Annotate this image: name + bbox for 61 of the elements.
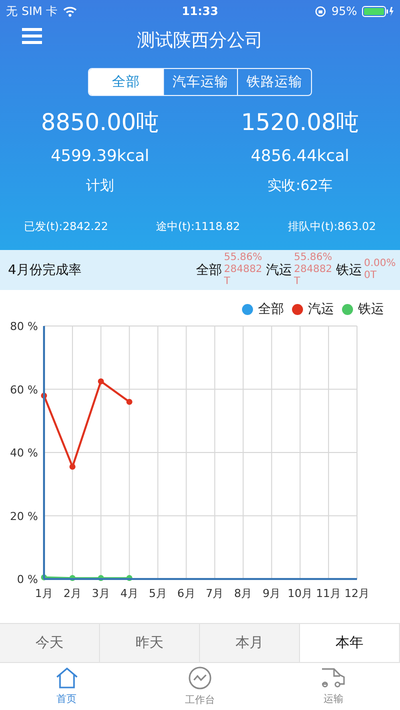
legend-label: 铁运 (358, 301, 384, 318)
battery-icon (362, 6, 394, 16)
x-tick-label: 7月 (206, 587, 224, 600)
data-point (41, 574, 47, 580)
stat-text: 已发(t):2842.22 (24, 219, 108, 234)
completion-value: 0.00% 0T (364, 258, 397, 282)
data-point (41, 392, 47, 399)
period-tab[interactable]: 昨天 (100, 624, 200, 662)
x-tick-label: 5月 (148, 587, 167, 600)
completion-label: 铁运 (336, 262, 362, 279)
calorie-value: 4856.44kcal (250, 146, 350, 165)
completion-value: 55.86% 284882 T (294, 252, 334, 288)
clock-time: 11:33 (182, 4, 218, 18)
calorie-value: 4599.39kcal (50, 146, 150, 165)
wifi-icon (62, 6, 77, 16)
legend-label: 全部 (258, 301, 284, 318)
x-tick-label: 3月 (92, 587, 110, 600)
data-point (98, 378, 104, 384)
y-tick-label: 60 % (10, 383, 38, 396)
page-title: 测试陕西分公司 (137, 29, 263, 52)
x-tick-label: 11月 (316, 587, 342, 600)
period-tab[interactable]: 本月 (200, 624, 300, 662)
tonnage-value: 8850.00吨 (40, 109, 160, 138)
legend-label: 汽运 (308, 301, 334, 318)
stat-text: 途中(t):1118.82 (156, 219, 240, 234)
data-point (126, 575, 132, 582)
x-tick-label: 12月 (344, 587, 370, 600)
stat-text: 排队中(t):863.02 (288, 219, 376, 234)
summary-caption: 实收:62车 (268, 177, 332, 195)
x-tick-label: 4月 (120, 587, 138, 600)
period-tab[interactable]: 今天 (0, 624, 100, 662)
tonnage-value: 1520.08吨 (240, 109, 360, 138)
completion-value: 55.86% 284882 T (224, 252, 264, 288)
completion-label: 汽运 (266, 262, 292, 279)
summary-caption: 计划 (86, 177, 114, 195)
segment-tab[interactable]: 全部 (89, 69, 163, 95)
y-tick-label: 80 % (10, 320, 38, 333)
lock-rotation-icon (315, 6, 326, 16)
data-point (98, 575, 104, 582)
completion-label: 全部 (196, 262, 222, 279)
menu-icon[interactable] (22, 28, 42, 44)
y-tick-label: 20 % (10, 510, 38, 523)
data-point (69, 464, 76, 470)
segment-tab[interactable]: 铁路运输 (237, 69, 311, 95)
data-point (69, 575, 76, 582)
trend-icon (188, 666, 212, 690)
x-tick-label: 2月 (63, 587, 82, 600)
carrier-text: 无 SIM 卡 (6, 4, 58, 18)
x-tick-label: 10月 (288, 587, 313, 600)
segment-tab[interactable]: 汽车运输 (163, 69, 237, 95)
x-tick-label: 6月 (177, 587, 196, 600)
truck-icon (320, 667, 346, 689)
y-tick-label: 40 % (10, 446, 38, 460)
y-tick-label: 0 % (17, 573, 38, 586)
x-tick-label: 8月 (234, 587, 252, 600)
x-tick-label: 9月 (262, 587, 281, 600)
home-icon (54, 667, 79, 689)
x-tick-label: 1月 (35, 587, 53, 600)
completion-title: 4月份完成率 (8, 262, 82, 279)
battery-percent: 95% (331, 4, 357, 18)
data-point (126, 398, 132, 405)
